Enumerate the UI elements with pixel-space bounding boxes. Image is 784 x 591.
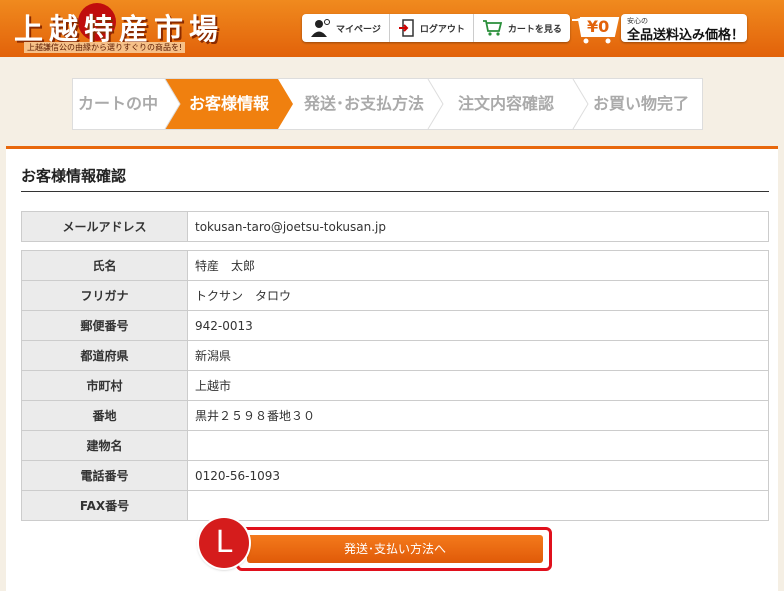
- table-row: 電話番号 0120-56-1093: [21, 460, 769, 491]
- furigana-label: フリガナ: [21, 280, 188, 311]
- phone-label: 電話番号: [21, 460, 188, 491]
- postal-code-value: 942-0013: [187, 310, 769, 341]
- header-nav: マイページ ログアウト カートを見る: [302, 14, 570, 42]
- step-shipping-payment: 発送･お支払方法: [303, 94, 424, 113]
- table-row: 番地 黒井２５９８番地３０: [21, 400, 769, 431]
- cart-icon: [482, 20, 502, 36]
- building-label: 建物名: [21, 430, 188, 461]
- step-cart: カートの中: [77, 94, 158, 113]
- customer-info-table: 氏名 特産 太郎 フリガナ トクサン タロウ 郵便番号 942-0013 都道府…: [21, 250, 769, 521]
- logo-tagline: 上越謙信公の由縁から選りすぐりの商品を!: [24, 42, 186, 53]
- table-row: 建物名: [21, 430, 769, 461]
- city-value: 上越市: [187, 370, 769, 401]
- mypage-label: マイページ: [336, 24, 381, 35]
- table-row: FAX番号: [21, 490, 769, 521]
- page-title: お客様情報確認: [21, 167, 127, 185]
- prefecture-label: 都道府県: [21, 340, 188, 371]
- free-shipping-badge: 安心の 全品送料込み価格！: [621, 14, 747, 43]
- email-value: tokusan-taro@joetsu-tokusan.jp: [187, 211, 769, 242]
- checkout-steps: カートの中 お客様情報 発送･お支払方法 注文内容確認 お買い物完了: [72, 78, 703, 130]
- name-label: 氏名: [21, 250, 188, 281]
- street-label: 番地: [21, 400, 188, 431]
- table-row: メールアドレス tokusan-taro@joetsu-tokusan.jp: [21, 211, 769, 242]
- table-row: 郵便番号 942-0013: [21, 310, 769, 341]
- prefecture-value: 新潟県: [187, 340, 769, 371]
- annotation-marker: L: [199, 518, 249, 568]
- title-divider: [21, 191, 769, 192]
- step-complete: お買い物完了: [592, 94, 689, 113]
- site-header: 上越特産市場 上越謙信公の由縁から選りすぐりの商品を! マイページ ログアウト: [0, 0, 784, 57]
- email-label: メールアドレス: [21, 211, 188, 242]
- cart-total-badge[interactable]: ¥0: [570, 14, 620, 48]
- cart-total-value: ¥0: [587, 17, 610, 36]
- logout-link[interactable]: ログアウト: [390, 14, 474, 42]
- shipping-main-text: 全品送料込み価格！: [627, 28, 745, 43]
- phone-value: 0120-56-1093: [187, 460, 769, 491]
- logout-icon: [398, 19, 414, 37]
- name-value: 特産 太郎: [187, 250, 769, 281]
- logout-label: ログアウト: [419, 24, 465, 35]
- table-row: 氏名 特産 太郎: [21, 250, 769, 281]
- fax-value: [187, 490, 769, 521]
- user-icon: [311, 19, 330, 37]
- customer-info-panel: お客様情報確認 メールアドレス tokusan-taro@joetsu-toku…: [6, 146, 778, 591]
- next-shipping-payment-button[interactable]: 発送･支払い方法へ: [247, 535, 543, 563]
- furigana-value: トクサン タロウ: [187, 280, 769, 311]
- step-customer-info: お客様情報: [188, 94, 269, 113]
- view-cart-link[interactable]: カートを見る: [474, 14, 570, 42]
- step-order-confirm: 注文内容確認: [457, 94, 554, 113]
- postal-code-label: 郵便番号: [21, 310, 188, 341]
- fax-label: FAX番号: [21, 490, 188, 521]
- table-row: 市町村 上越市: [21, 370, 769, 401]
- city-label: 市町村: [21, 370, 188, 401]
- email-table: メールアドレス tokusan-taro@joetsu-tokusan.jp: [21, 211, 769, 242]
- building-value: [187, 430, 769, 461]
- view-cart-label: カートを見る: [507, 24, 562, 35]
- table-row: 都道府県 新潟県: [21, 340, 769, 371]
- mypage-link[interactable]: マイページ: [302, 14, 390, 42]
- street-value: 黒井２５９８番地３０: [187, 400, 769, 431]
- table-row: フリガナ トクサン タロウ: [21, 280, 769, 311]
